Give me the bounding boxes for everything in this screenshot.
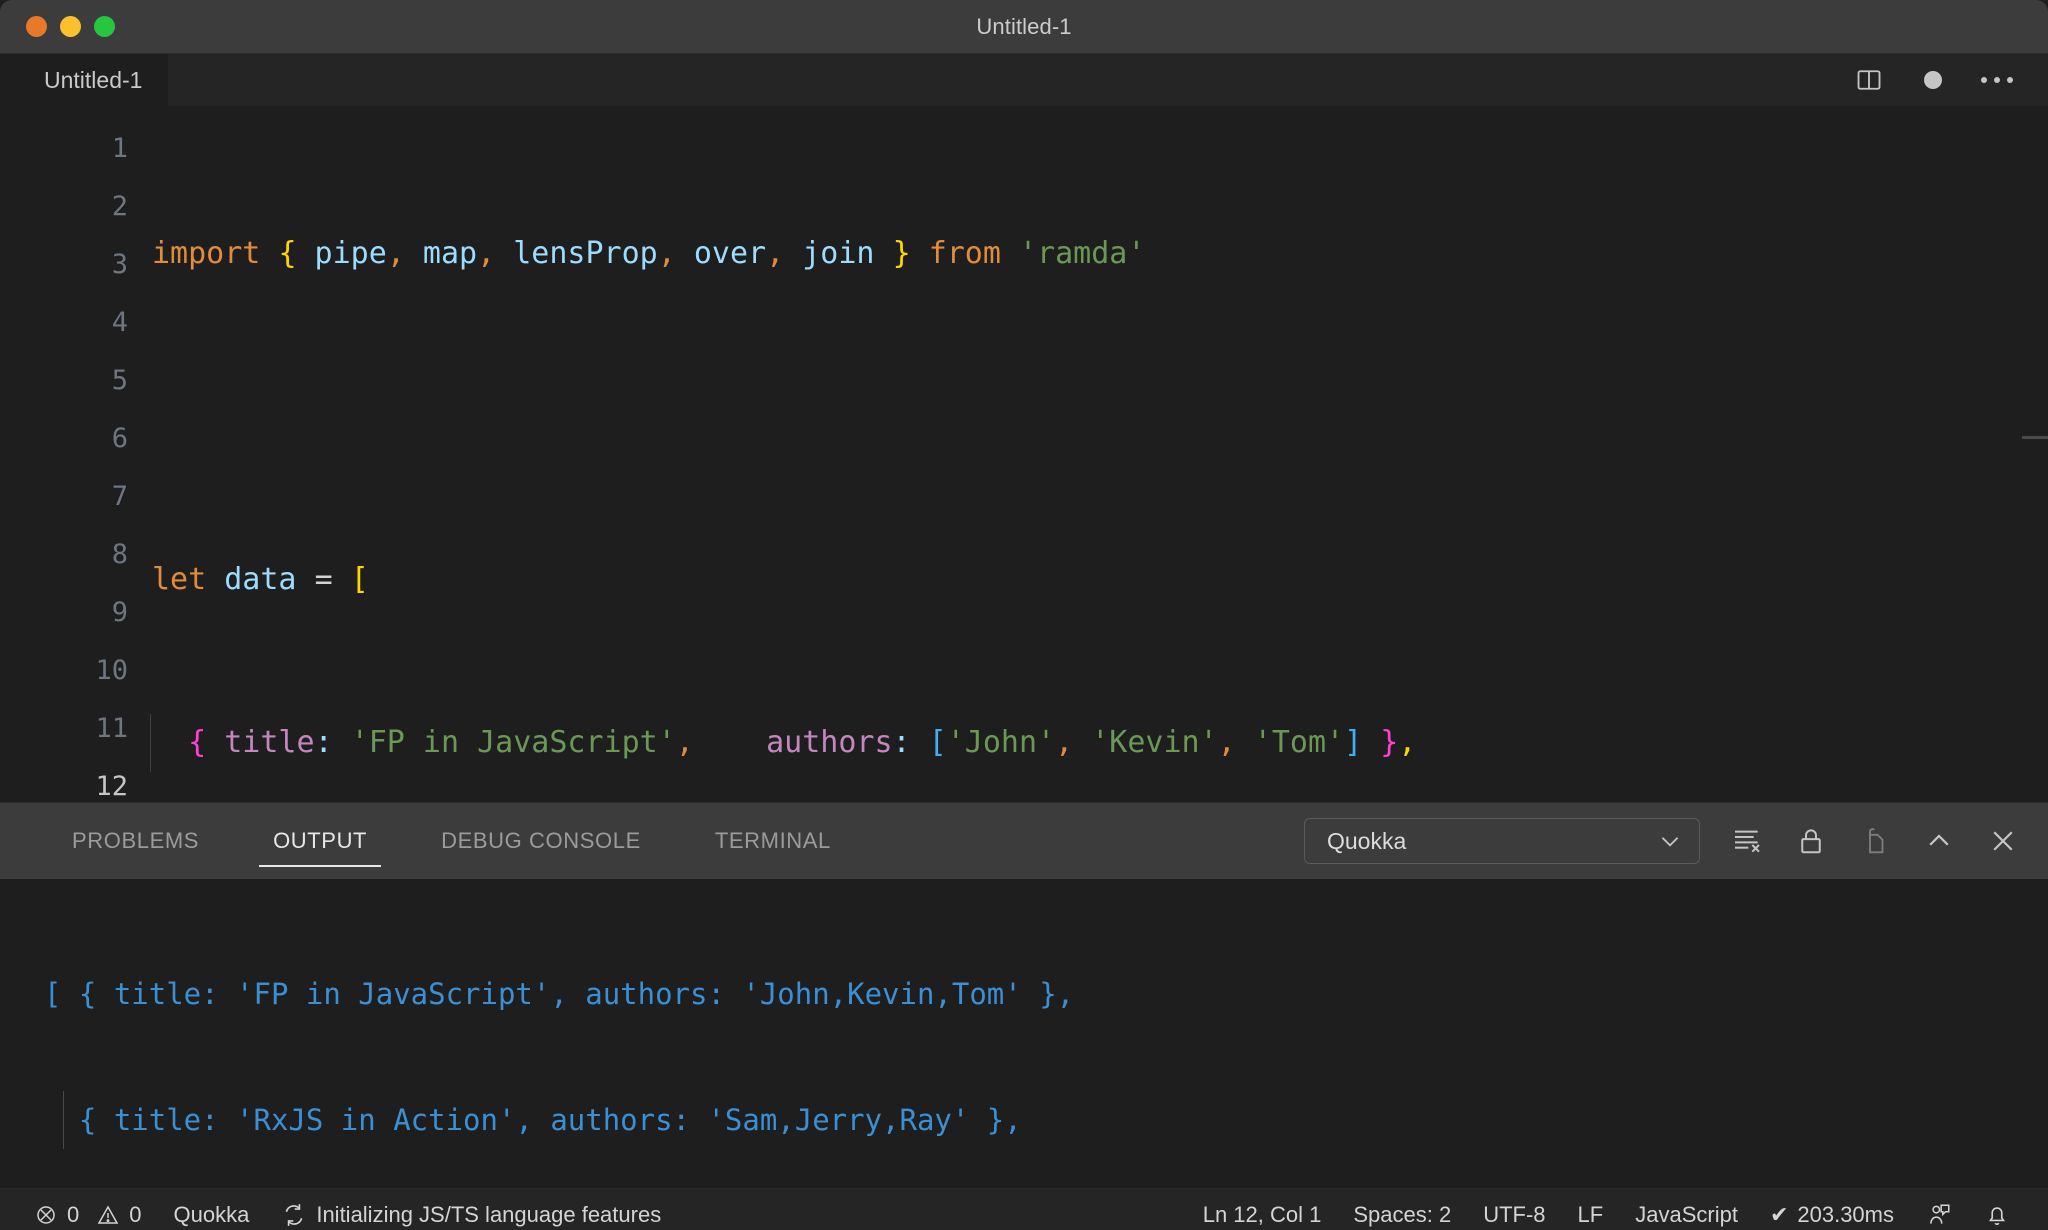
- check-icon: ✔: [1769, 1201, 1789, 1227]
- line-number: 1: [111, 133, 128, 164]
- code-line-1: import { pipe, map, lensProp, over, join…: [152, 236, 1146, 271]
- status-eol[interactable]: LF: [1562, 1202, 1620, 1228]
- lock-scroll-icon[interactable]: [1794, 824, 1828, 858]
- status-task-label: Initializing JS/TS language features: [316, 1201, 662, 1227]
- line-number: 2: [111, 191, 128, 222]
- panel-actions: Quokka: [1304, 818, 2020, 864]
- panel-tab-terminal[interactable]: TERMINAL: [693, 803, 853, 879]
- code-line-3: let data = [: [152, 562, 369, 597]
- editor-actions: [1852, 54, 2048, 106]
- editor-tab-label: Untitled-1: [44, 66, 143, 93]
- cursor-position-label: Ln 12, Col 1: [1202, 1201, 1322, 1227]
- status-language-mode[interactable]: JavaScript: [1619, 1202, 1754, 1228]
- more-actions-icon[interactable]: [1980, 63, 2014, 97]
- clear-output-icon[interactable]: [1730, 824, 1764, 858]
- status-indentation[interactable]: Spaces: 2: [1337, 1202, 1467, 1228]
- panel-tab-label: OUTPUT: [273, 828, 368, 853]
- traffic-lights: [26, 16, 115, 37]
- vscode-window: Untitled-1 Untitled-1 1 2 3 4 5 6 7 8 9 …: [0, 0, 2048, 1230]
- panel-tab-problems[interactable]: PROBLEMS: [50, 803, 221, 879]
- code-content[interactable]: import { pipe, map, lensProp, over, join…: [148, 106, 2048, 802]
- status-quokka[interactable]: Quokka: [158, 1202, 266, 1228]
- panel-tab-debug-console[interactable]: DEBUG CONSOLE: [419, 803, 663, 879]
- minimize-window-button[interactable]: [60, 16, 81, 37]
- status-quokka-label: Quokka: [173, 1201, 250, 1227]
- title-bar: Untitled-1: [0, 0, 2048, 54]
- status-task-progress[interactable]: Initializing JS/TS language features: [265, 1202, 677, 1228]
- line-number: 9: [111, 597, 128, 628]
- panel-tab-label: DEBUG CONSOLE: [441, 828, 641, 853]
- line-number-gutter: 1 2 3 4 5 6 7 8 9 10 11 12: [0, 106, 148, 802]
- panel-header: PROBLEMS OUTPUT DEBUG CONSOLE TERMINAL Q…: [0, 803, 2048, 879]
- line-number: 7: [111, 481, 128, 512]
- warning-count: 0: [129, 1201, 142, 1227]
- status-remote-feedback[interactable]: [1910, 1202, 1968, 1228]
- code-line-4: { title: 'FP in JavaScript', authors: ['…: [148, 714, 2048, 772]
- sync-spinner-icon: [281, 1202, 307, 1228]
- chevron-down-icon: [1657, 828, 1683, 854]
- close-window-button[interactable]: [26, 16, 47, 37]
- panel-tab-output[interactable]: OUTPUT: [251, 803, 389, 879]
- output-channel-select[interactable]: Quokka: [1304, 818, 1700, 864]
- panel-tabs: PROBLEMS OUTPUT DEBUG CONSOLE TERMINAL: [50, 803, 883, 879]
- line-number: 8: [111, 539, 128, 570]
- status-notifications[interactable]: [1968, 1202, 2026, 1228]
- panel-tab-label: PROBLEMS: [72, 828, 200, 853]
- error-count: 0: [67, 1201, 80, 1227]
- indentation-label: Spaces: 2: [1353, 1201, 1452, 1227]
- remote-feedback-icon: [1926, 1202, 1952, 1228]
- code-editor[interactable]: 1 2 3 4 5 6 7 8 9 10 11 12 import { pipe…: [0, 106, 2048, 802]
- editor-scrollbar[interactable]: [2022, 436, 2048, 439]
- panel-tab-label: TERMINAL: [714, 828, 831, 853]
- output-channel-value: Quokka: [1327, 827, 1407, 854]
- open-in-editor-icon[interactable]: [1858, 824, 1892, 858]
- eol-label: LF: [1577, 1201, 1604, 1227]
- output-content[interactable]: [ { title: 'FP in JavaScript', authors: …: [0, 879, 2048, 1188]
- status-cursor-position[interactable]: Ln 12, Col 1: [1187, 1202, 1338, 1228]
- bottom-panel: PROBLEMS OUTPUT DEBUG CONSOLE TERMINAL Q…: [0, 802, 2048, 1188]
- editor-tab-untitled-1[interactable]: Untitled-1: [0, 54, 170, 106]
- line-number: 6: [111, 423, 128, 454]
- maximize-window-button[interactable]: [94, 16, 115, 37]
- output-line: [ { title: 'FP in JavaScript', authors: …: [44, 977, 1075, 1011]
- language-mode-label: JavaScript: [1635, 1201, 1738, 1227]
- line-number: 11: [95, 713, 128, 744]
- close-panel-icon[interactable]: [1986, 824, 2020, 858]
- line-number: 10: [95, 655, 128, 686]
- status-quokka-timing[interactable]: ✔ 203.30ms: [1754, 1202, 1910, 1228]
- status-bar: 0 0 Quokka Initializing JS/TS language f…: [0, 1188, 2048, 1230]
- maximize-panel-icon[interactable]: [1922, 824, 1956, 858]
- unsaved-dirty-dot-icon[interactable]: [1916, 63, 1950, 97]
- line-number: 4: [111, 307, 128, 338]
- line-number: 3: [111, 249, 128, 280]
- line-number: 12: [95, 771, 128, 802]
- window-title: Untitled-1: [976, 13, 1072, 39]
- editor-tab-bar: Untitled-1: [0, 54, 2048, 106]
- warning-icon: [96, 1203, 120, 1227]
- status-encoding[interactable]: UTF-8: [1467, 1202, 1561, 1228]
- split-editor-icon[interactable]: [1852, 63, 1886, 97]
- notifications-bell-icon: [1984, 1202, 2010, 1228]
- output-line-text: { title: 'RxJS in Action', authors: 'Sam…: [44, 1103, 1022, 1137]
- encoding-label: UTF-8: [1483, 1201, 1546, 1227]
- output-line: { title: 'RxJS in Action', authors: 'Sam…: [44, 1091, 2048, 1149]
- status-bar-right: Ln 12, Col 1 Spaces: 2 UTF-8 LF JavaScri…: [1187, 1202, 2026, 1228]
- status-problems[interactable]: 0 0: [18, 1202, 158, 1228]
- line-number: 5: [111, 365, 128, 396]
- timing-label: 203.30ms: [1797, 1201, 1894, 1227]
- error-icon: [34, 1203, 58, 1227]
